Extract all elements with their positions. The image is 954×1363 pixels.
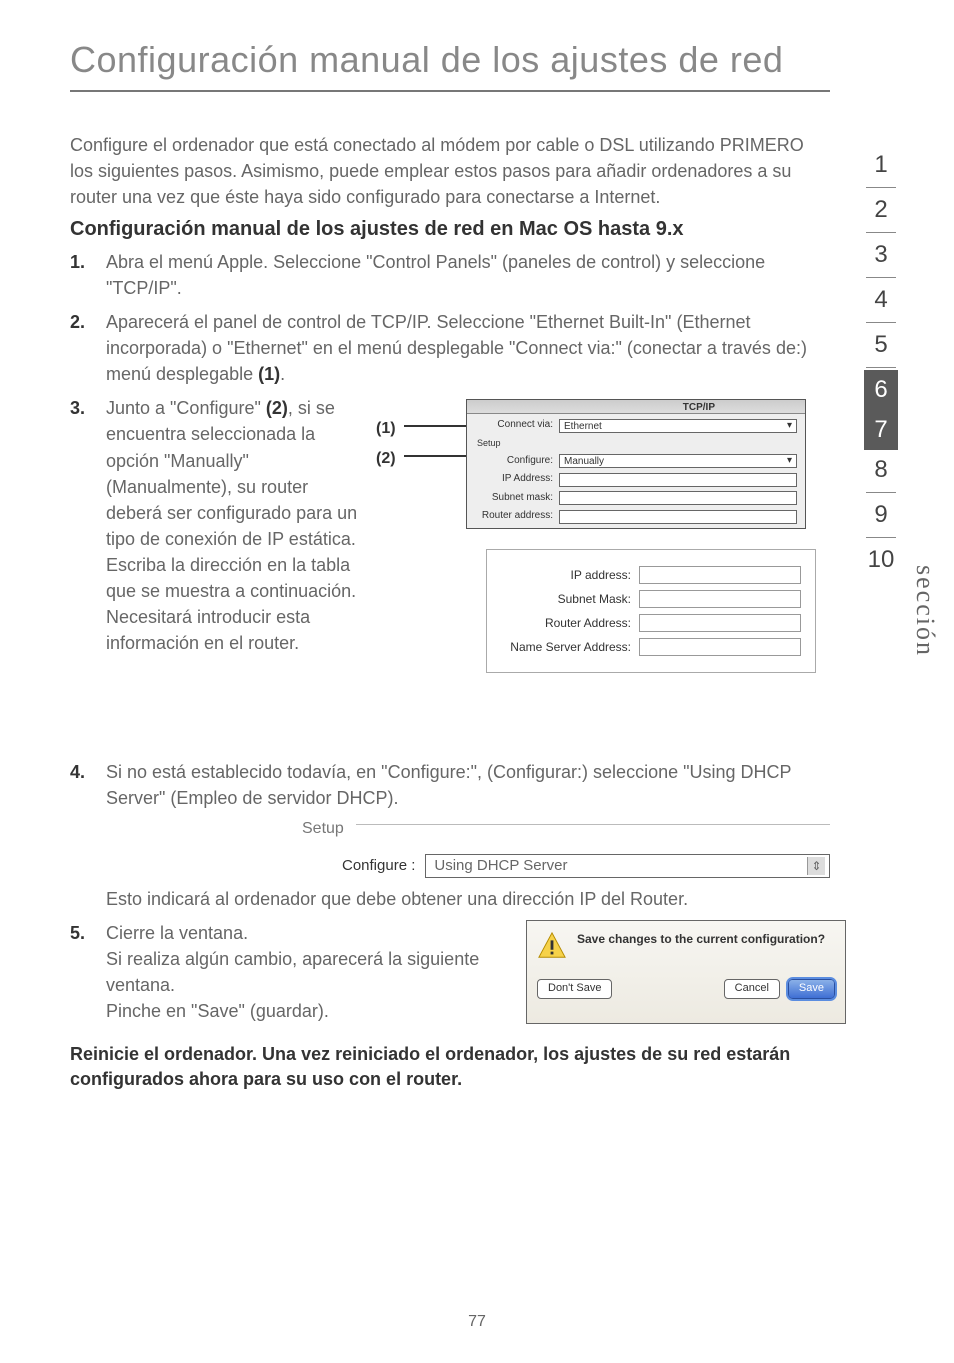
pointer-1-line [404,425,466,427]
setup-fragment-title: Setup [302,820,344,837]
step-2-text-post: . [280,364,285,384]
subheading: Configuración manual de los ajustes de r… [70,218,884,241]
section-nav-8[interactable]: 8 [864,450,898,490]
section-nav-6[interactable]: 6 [864,370,898,410]
step-2-ref: (1) [258,364,280,384]
setup-configure-value: Using DHCP Server [434,855,567,877]
step-4-text-post: Esto indicará al ordenador que debe obte… [106,886,830,912]
step-2-number: 2. [70,309,106,387]
closing-note: Reinicie el ordenador. Una vez reiniciad… [70,1042,830,1092]
section-nav-1[interactable]: 1 [864,145,898,185]
configure-value: Manually [564,456,604,467]
connect-via-value: Ethernet [564,421,602,432]
setup-fragment: Setup Configure : Using DHCP Server ⇕ [302,814,830,878]
step-4: 4. Si no está establecido todavía, en "C… [70,759,830,911]
intro-paragraph: Configure el ordenador que está conectad… [70,132,810,210]
ip-panel-nameserver-field[interactable] [639,638,801,656]
section-label: sección [910,565,940,657]
step-5-number: 5. [70,920,106,1024]
section-nav-2[interactable]: 2 [864,190,898,230]
subnet-mask-field[interactable] [559,491,797,505]
warning-icon [537,931,567,961]
title-rule [70,90,830,92]
step-2-text-pre: Aparecerá el panel de control de TCP/IP.… [106,312,807,384]
step-3-ref: (2) [266,398,288,418]
dont-save-button[interactable]: Don't Save [537,979,612,999]
setup-configure-label: Configure : [342,855,415,877]
tcpip-titlebar [467,400,805,414]
step-5-line-2: Si realiza algún cambio, aparecerá la si… [106,946,526,998]
ip-address-label: IP Address: [475,472,553,487]
step-3-text: Junto a "Configure" (2), si se encuentra… [106,395,366,699]
section-nav-10[interactable]: 10 [864,540,898,580]
step-5: 5. Cierre la ventana. Si realiza algún c… [70,920,830,1024]
cancel-button[interactable]: Cancel [724,979,780,999]
pointer-2-label: (2) [376,447,396,470]
ip-panel-ip-field[interactable] [639,566,801,584]
section-nav-4[interactable]: 4 [864,280,898,320]
step-4-number: 4. [70,759,106,911]
configure-combo[interactable]: Manually [559,454,797,468]
step-3-text-post: , si se encuentra seleccionada la opción… [106,398,357,653]
ip-address-field[interactable] [559,473,797,487]
step-3-number: 3. [70,395,106,699]
step-4-text-pre: Si no está establecido todavía, en "Conf… [106,759,830,811]
section-nav-9[interactable]: 9 [864,495,898,535]
subnet-mask-label: Subnet mask: [475,491,553,506]
step-3-text-pre: Junto a "Configure" [106,398,266,418]
tcpip-dialog: TCP/IP Connect via: Ethernet Setup Confi… [466,399,806,529]
step-1: 1. Abra el menú Apple. Seleccione "Contr… [70,249,830,301]
ip-panel-nameserver-label: Name Server Address: [501,639,631,656]
pointer-1-label: (1) [376,417,396,440]
router-address-label: Router address: [475,509,553,524]
ip-panel-subnet-field[interactable] [639,590,801,608]
step-1-text: Abra el menú Apple. Seleccione "Control … [106,249,830,301]
setup-group-label: Setup [477,437,795,450]
setup-divider [356,824,830,825]
section-nav-5[interactable]: 5 [864,325,898,365]
step-1-number: 1. [70,249,106,301]
ip-panel-router-field[interactable] [639,614,801,632]
ip-panel-router-label: Router Address: [501,615,631,632]
step-2: 2. Aparecerá el panel de control de TCP/… [70,309,830,387]
page-title: Configuración manual de los ajustes de r… [70,40,884,80]
step-5-line-1: Cierre la ventana. [106,920,526,946]
router-address-field[interactable] [559,510,797,524]
save-dialog: Save changes to the current configuratio… [526,920,846,1024]
setup-configure-select[interactable]: Using DHCP Server ⇕ [425,854,830,878]
step-2-text: Aparecerá el panel de control de TCP/IP.… [106,309,830,387]
connect-via-label: Connect via: [475,418,553,433]
connect-via-combo[interactable]: Ethernet [559,419,797,433]
configure-label: Configure: [475,454,553,469]
save-dialog-text: Save changes to the current configuratio… [577,931,825,948]
page-number: 77 [0,1313,954,1331]
tcpip-title: TCP/IP [683,401,715,416]
section-nav-3[interactable]: 3 [864,235,898,275]
pointer-2-line [404,455,466,457]
save-button[interactable]: Save [788,979,835,999]
ip-panel-subnet-label: Subnet Mask: [501,591,631,608]
ip-summary-panel: IP address: Subnet Mask: Router Address: [486,549,816,673]
ip-panel-ip-label: IP address: [501,567,631,584]
step-3: 3. Junto a "Configure" (2), si se encuen… [70,395,830,699]
section-nav: 1 2 3 4 5 6 7 8 9 10 [864,145,898,580]
step-5-line-3: Pinche en "Save" (guardar). [106,998,526,1024]
section-nav-7[interactable]: 7 [864,410,898,450]
chevron-updown-icon: ⇕ [807,857,825,875]
